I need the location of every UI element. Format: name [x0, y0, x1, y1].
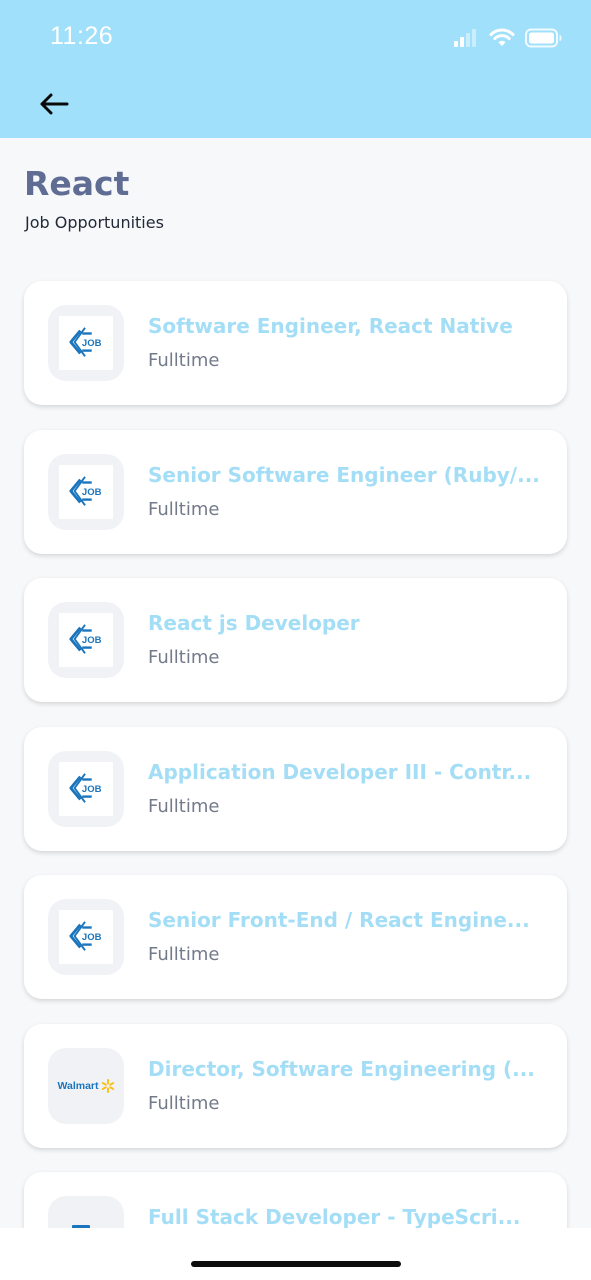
walmart-wordmark: Walmart: [57, 1079, 99, 1092]
main-content: React Job Opportunities JOB Software Eng…: [0, 138, 591, 1228]
walmart-spark-icon: [101, 1078, 114, 1093]
battery-icon: [525, 28, 562, 48]
job-card[interactable]: JOB Senior Software Engineer (Ruby/... F…: [24, 429, 567, 554]
signal-icon: [454, 29, 476, 47]
header-bar: 11:26: [0, 0, 591, 138]
company-logo: Walmart: [48, 1047, 124, 1124]
arrow-left-icon: [40, 93, 69, 115]
job-logo-icon: JOB: [69, 921, 102, 951]
job-title: Full Stack Developer - TypeScri...: [148, 1205, 521, 1228]
job-type: Fulltime: [148, 795, 220, 817]
svg-text:JOB: JOB: [82, 486, 102, 497]
job-title: Senior Software Engineer (Ruby/...: [148, 462, 540, 487]
job-card[interactable]: JOB Software Engineer, React Native Full…: [24, 281, 567, 405]
company-logo: JOB: [48, 453, 124, 530]
job-card[interactable]: JOB React js Developer Fulltime: [24, 578, 567, 702]
job-type: Fulltime: [148, 647, 220, 668]
page-subtitle: Job Opportunities: [25, 213, 164, 232]
page-title: React: [24, 164, 130, 203]
status-time: 11:26: [50, 22, 114, 50]
job-type: Fulltime: [148, 1092, 220, 1114]
svg-text:JOB: JOB: [82, 635, 102, 646]
job-card[interactable]: Full Stack Developer - TypeScri... Fullt…: [24, 1172, 567, 1228]
job-title: Senior Front-End / React Engine...: [148, 908, 530, 932]
job-title: Director, Software Engineering (...: [148, 1056, 535, 1081]
company-logo: [48, 1196, 124, 1228]
job-card[interactable]: JOB Senior Front-End / React Engine... F…: [24, 875, 567, 999]
company-logo: JOB: [48, 750, 124, 827]
company-logo: JOB: [48, 899, 124, 975]
job-type: Fulltime: [148, 944, 220, 965]
company-logo: JOB: [48, 602, 124, 678]
home-indicator[interactable]: [191, 1261, 401, 1267]
job-card[interactable]: Walmart Director, Software Engineering (: [24, 1023, 567, 1148]
back-button[interactable]: [36, 86, 72, 122]
job-type: Fulltime: [148, 498, 220, 520]
wifi-icon: [489, 28, 515, 46]
job-title: Software Engineer, React Native: [148, 314, 513, 338]
svg-text:JOB: JOB: [82, 783, 102, 794]
svg-text:JOB: JOB: [82, 338, 102, 349]
status-icons: [453, 27, 563, 49]
home-indicator-area: [0, 1228, 591, 1280]
job-title: Application Developer III - Contr...: [148, 759, 532, 784]
walmart-logo: Walmart: [57, 1078, 114, 1093]
job-type: Fulltime: [148, 350, 220, 371]
job-title: React js Developer: [148, 611, 360, 635]
svg-text:JOB: JOB: [82, 932, 102, 943]
job-logo-icon: JOB: [69, 624, 102, 654]
job-logo-icon: JOB: [69, 772, 102, 803]
job-card[interactable]: JOB Application Developer III - Contr...…: [24, 726, 567, 851]
company-logo: JOB: [48, 305, 124, 381]
job-list: JOB Software Engineer, React Native Full…: [24, 281, 567, 1228]
job-logo-icon: JOB: [69, 327, 102, 357]
job-logo-icon: JOB: [69, 475, 102, 506]
